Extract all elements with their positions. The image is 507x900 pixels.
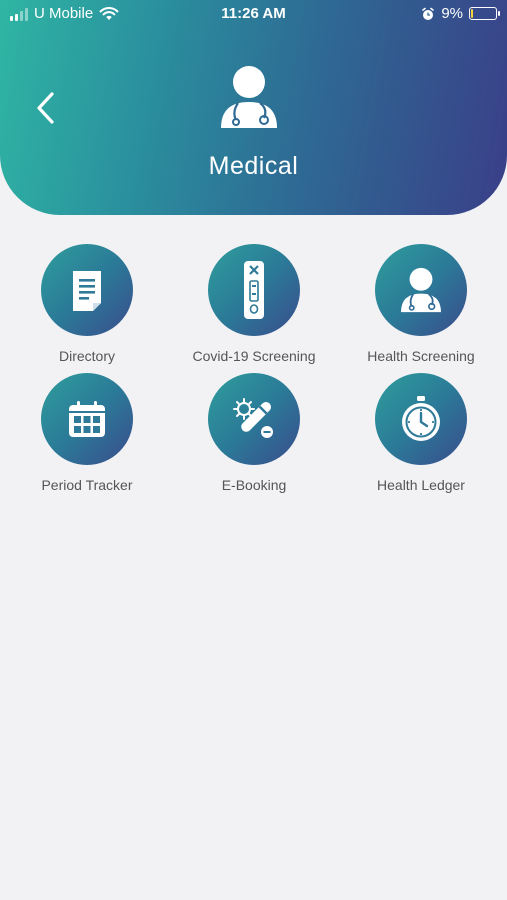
health-ledger-label: Health Ledger <box>377 477 465 493</box>
page-title: Medical <box>208 152 299 180</box>
period-tracker-circle <box>41 373 133 465</box>
directory-circle <box>41 244 133 336</box>
stopwatch-icon <box>402 396 440 441</box>
status-right: 9% <box>421 5 500 22</box>
battery-level <box>471 9 473 18</box>
status-bar: U Mobile 11:26 AM 9% <box>0 0 507 28</box>
period-tracker-tile[interactable]: Period Tracker <box>3 373 171 497</box>
directory-label: Directory <box>58 348 115 364</box>
battery-percent: 9% <box>441 5 463 22</box>
document-icon <box>73 271 101 311</box>
covid-screening-tile[interactable]: Covid-19 Screening <box>170 244 338 368</box>
chevron-left-icon <box>37 92 54 124</box>
period-tracker-label: Period Tracker <box>41 477 133 493</box>
covid-screening-circle <box>208 244 300 336</box>
doctor-icon <box>221 66 277 128</box>
health-ledger-tile[interactable]: Health Ledger <box>337 373 505 497</box>
e-booking-label: E-Booking <box>221 477 287 493</box>
calendar-icon <box>69 401 105 437</box>
battery-icon <box>469 7 500 20</box>
doctor-icon <box>401 267 441 313</box>
health-screening-tile[interactable]: Health Screening <box>337 244 505 368</box>
e-booking-tile[interactable]: E-Booking <box>170 373 338 497</box>
vaccine-icon <box>233 398 273 438</box>
medical-screen: U Mobile 11:26 AM 9% Medical Directory C… <box>0 0 507 900</box>
health-screening-label: Health Screening <box>367 348 475 364</box>
health-screening-circle <box>375 244 467 336</box>
health-ledger-circle <box>375 373 467 465</box>
e-booking-circle <box>208 373 300 465</box>
back-button[interactable] <box>28 88 64 128</box>
test-kit-icon <box>244 261 264 319</box>
alarm-icon <box>422 7 435 20</box>
header: U Mobile 11:26 AM 9% Medical <box>0 0 507 215</box>
covid-screening-label: Covid-19 Screening <box>192 348 316 364</box>
directory-tile[interactable]: Directory <box>3 244 171 368</box>
